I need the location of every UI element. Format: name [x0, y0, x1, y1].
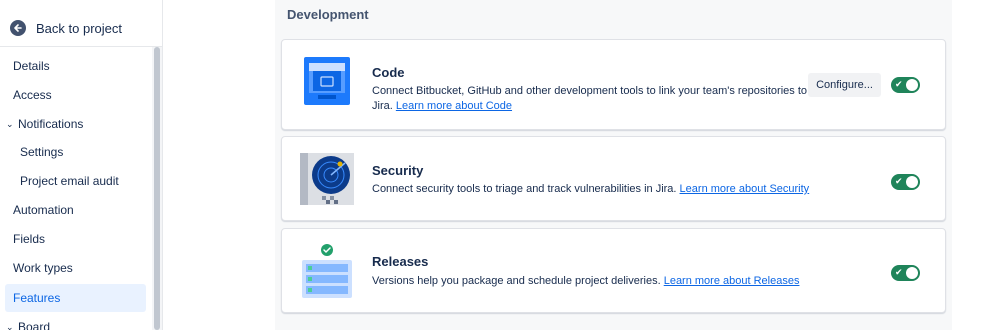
sidebar-item-automation[interactable]: Automation [5, 196, 146, 224]
check-icon: ✔ [895, 176, 903, 186]
sidebar-item-label: Board [18, 320, 51, 330]
back-to-project-link[interactable]: Back to project [10, 18, 122, 38]
feature-card-releases: Releases Versions help you package and s… [281, 228, 946, 313]
sidebar-item-label: Project email audit [20, 174, 119, 188]
releases-toggle[interactable]: ✔ [891, 265, 920, 281]
sidebar-item-fields[interactable]: Fields [5, 225, 146, 253]
back-label: Back to project [36, 20, 122, 36]
code-repo-icon [304, 57, 350, 110]
sidebar-item-label: Settings [20, 145, 64, 159]
feature-card-security: Security Connect security tools to triag… [281, 136, 946, 221]
description-text: Connect security tools to triage and tra… [372, 183, 677, 195]
sidebar-item-work-types[interactable]: Work types [5, 254, 146, 282]
description-text: Versions help you package and schedule p… [372, 275, 661, 287]
code-toggle[interactable]: ✔ [891, 77, 920, 93]
sidebar-scrollbar-thumb[interactable] [154, 47, 160, 330]
section-title: Development [287, 7, 369, 22]
toggle-knob [906, 267, 918, 279]
arrow-left-icon [10, 20, 26, 36]
check-icon: ✔ [895, 79, 903, 89]
sidebar-item-board[interactable]: ⌄ Board [5, 313, 146, 330]
feature-description: Connect security tools to triage and tra… [372, 182, 812, 197]
sidebar-item-label: Features [13, 291, 61, 305]
sidebar-item-project-email-audit[interactable]: Project email audit [5, 167, 146, 195]
sidebar-item-settings[interactable]: Settings [5, 138, 146, 166]
sidebar-item-features[interactable]: Features [5, 284, 146, 312]
learn-more-releases-link[interactable]: Learn more about Releases [664, 275, 800, 287]
configure-button[interactable]: Configure... [808, 73, 881, 97]
sidebar-item-label: Automation [13, 203, 74, 217]
security-toggle[interactable]: ✔ [891, 174, 920, 190]
releases-list-icon [301, 242, 353, 305]
sidebar-item-access[interactable]: Access [5, 81, 146, 109]
feature-card-code: Code Connect Bitbucket, GitHub and other… [281, 39, 946, 130]
sidebar-item-details[interactable]: Details [5, 52, 146, 80]
security-radar-icon [300, 153, 354, 210]
sidebar-item-label: Access [13, 88, 52, 102]
sidebar-item-label: Notifications [18, 117, 84, 131]
feature-title: Releases [372, 254, 429, 269]
project-settings-sidebar: Back to project Details Access ⌄ Notific… [0, 0, 163, 330]
feature-description: Versions help you package and schedule p… [372, 274, 812, 289]
chevron-down-icon: ⌄ [6, 321, 14, 330]
feature-title: Code [372, 65, 405, 80]
toggle-knob [906, 176, 918, 188]
sidebar-divider [0, 46, 162, 47]
check-icon: ✔ [895, 267, 903, 277]
toggle-knob [906, 79, 918, 91]
sidebar-item-label: Fields [13, 232, 46, 246]
learn-more-security-link[interactable]: Learn more about Security [680, 183, 810, 195]
feature-description: Connect Bitbucket, GitHub and other deve… [372, 84, 812, 114]
sidebar-item-label: Work types [13, 261, 73, 275]
sidebar-item-label: Details [13, 59, 50, 73]
feature-title: Security [372, 163, 424, 178]
sidebar-item-notifications[interactable]: ⌄ Notifications [5, 110, 146, 138]
chevron-down-icon: ⌄ [6, 118, 14, 129]
learn-more-code-link[interactable]: Learn more about Code [396, 100, 512, 112]
